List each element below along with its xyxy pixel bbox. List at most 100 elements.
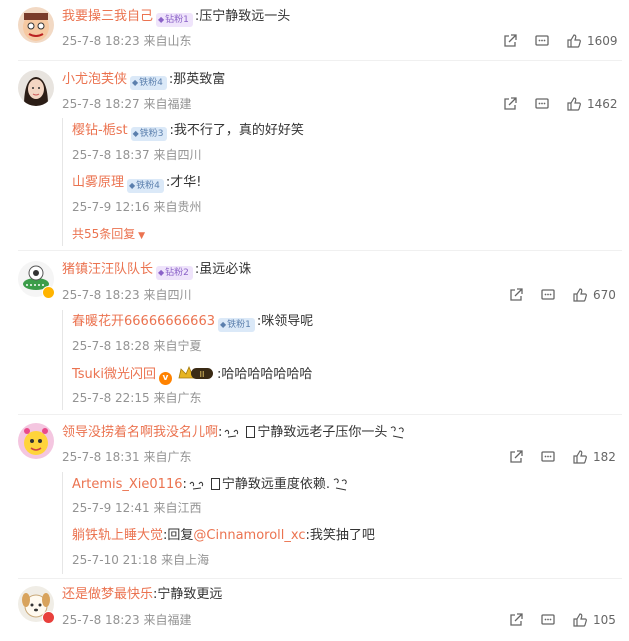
verified-badge-icon: [42, 286, 55, 299]
share-button[interactable]: [502, 31, 518, 51]
comment-item: 小尤泡芙侠 ◆铁粉4:那英致富 25-7-8 18:27 来自福建 1462 樱钻…: [0, 60, 629, 250]
like-button[interactable]: 1609: [566, 31, 618, 51]
fan-badge: ◆铁粉4: [130, 76, 167, 90]
timestamp: 25-7-8 18:23: [62, 34, 140, 48]
like-button[interactable]: 105: [572, 610, 616, 630]
timestamp: 25-7-8 18:23: [62, 288, 140, 302]
fan-badge: ◆铁粉3: [130, 127, 168, 141]
fan-badge: ◆铁粉1: [217, 318, 255, 332]
comment-line: 还是做梦最快乐:宁静致更远: [62, 586, 222, 604]
reply-text: 宁静致远重度依赖.: [221, 477, 331, 492]
girl-photo-icon: [18, 70, 54, 106]
avatar[interactable]: [18, 7, 54, 43]
comment-item: 还是做梦最快乐:宁静致更远 25-7-8 18:23 来自福建 105: [0, 578, 629, 641]
comment-icon: [535, 98, 549, 109]
share-button[interactable]: [502, 94, 518, 114]
comment-button[interactable]: [540, 610, 556, 630]
comment-text: 宁静致远老子压你一头: [257, 425, 388, 440]
reply-text: :我不行了，真的好好笑: [169, 123, 304, 138]
reply-meta: 25-7-8 18:37 来自四川: [72, 147, 201, 163]
comment-icon: [541, 451, 555, 462]
comment-button[interactable]: [540, 447, 556, 467]
location: 来自四川: [153, 148, 202, 162]
thumbs-up-icon: [573, 613, 587, 627]
share-icon: [510, 288, 523, 301]
comment-button[interactable]: [540, 285, 556, 305]
comment-text: :虽远必诛: [194, 262, 252, 277]
username[interactable]: 领导没捞着名啊我没名儿啊: [62, 425, 218, 440]
mention-link[interactable]: @Cinnamoroll_xc: [193, 528, 305, 543]
comment-item: 领导没捞着名啊我没名儿啊: 宁静致远老子压你一头 25-7-8 18:31 来自广…: [0, 414, 629, 578]
reply-text: :咪领导呢: [256, 314, 314, 329]
like-button[interactable]: 670: [572, 285, 616, 305]
missing-glyph-icon: [246, 426, 256, 438]
reply-prefix: :回复: [163, 528, 194, 543]
username[interactable]: 还是做梦最快乐: [62, 587, 153, 602]
like-count: 182: [593, 450, 616, 464]
like-count: 105: [593, 613, 616, 627]
reply-meta: 25-7-8 22:15 来自广东: [72, 390, 201, 406]
reply-text: :哈哈哈哈哈哈哈: [216, 367, 313, 382]
action-bar: 105: [502, 610, 622, 630]
like-button[interactable]: 1462: [566, 94, 618, 114]
reply-list: 春暖花开66666666663 ◆铁粉1:咪领导呢 25-7-8 18:28 来自…: [62, 310, 602, 410]
timestamp: 25-7-9 12:41: [72, 501, 150, 515]
username[interactable]: Tsuki微光闪回: [72, 367, 156, 382]
fan-badge: ◆钻粉1: [156, 13, 193, 27]
share-button[interactable]: [508, 610, 524, 630]
timestamp: 25-7-8 18:28: [72, 339, 150, 353]
reply-line: 樱钻-栀st ◆铁粉3:我不行了，真的好好笑: [72, 122, 304, 141]
location: 来自宁夏: [153, 339, 202, 353]
share-icon: [504, 97, 517, 110]
timestamp: 25-7-8 18:23: [62, 613, 140, 627]
username[interactable]: Artemis_Xie0116: [72, 477, 182, 492]
action-bar: 670: [502, 285, 622, 305]
username[interactable]: 春暖花开66666666663: [72, 314, 215, 329]
username[interactable]: 猪镇汪汪队队长: [62, 262, 153, 277]
comment-line: 猪镇汪汪队队长 ◆钻粉2:虽远必诛: [62, 261, 251, 280]
share-icon: [510, 613, 523, 626]
verified-check-icon: v: [158, 372, 172, 385]
svg-text:II: II: [200, 370, 205, 379]
dizzy-emoji-icon: [333, 478, 347, 491]
crown-badge-icon: II: [178, 365, 213, 379]
location: 来自四川: [143, 288, 192, 302]
username[interactable]: 山雾原理: [72, 175, 124, 190]
share-button[interactable]: [508, 285, 524, 305]
username[interactable]: 小尤泡芙侠: [62, 72, 127, 87]
avatar[interactable]: [18, 423, 54, 459]
location: 来自福建: [143, 613, 192, 627]
reply-meta: 25-7-9 12:41 来自江西: [72, 500, 201, 516]
comment-button[interactable]: [534, 31, 550, 51]
comment-meta: 25-7-8 18:31 来自广东: [62, 449, 191, 465]
timestamp: 25-7-9 12:16: [72, 200, 150, 214]
comment-item: 猪镇汪汪队队长 ◆钻粉2:虽远必诛 25-7-8 18:23 来自四川 670 春…: [0, 250, 629, 414]
comment-meta: 25-7-8 18:23 来自福建: [62, 612, 191, 628]
thumbs-up-icon: [567, 34, 581, 48]
username[interactable]: 樱钻-栀st: [72, 123, 128, 138]
cartoon-face-icon: [18, 7, 54, 43]
comment-meta: 25-7-8 18:27 来自福建: [62, 96, 191, 112]
username[interactable]: 躺铁轨上睡大觉: [72, 528, 163, 543]
location: 来自江西: [153, 501, 202, 515]
comment-button[interactable]: [534, 94, 550, 114]
reply-text: :我笑抽了吧: [305, 528, 375, 543]
location: 来自贵州: [153, 200, 202, 214]
location: 来自山东: [143, 34, 192, 48]
yellow-character-icon: [18, 423, 54, 459]
comment-item: 我要操三我自己 ◆钻粉1:压宁静致远一头 25-7-8 18:23 来自山东 16…: [0, 0, 629, 60]
action-bar: 1609: [502, 31, 622, 51]
more-replies-link[interactable]: 共55条回复 ▼: [72, 225, 145, 245]
comment-line: 领导没捞着名啊我没名儿啊: 宁静致远老子压你一头: [62, 423, 409, 442]
caret-down-icon: ▼: [135, 231, 146, 241]
comment-line: 小尤泡芙侠 ◆铁粉4:那英致富: [62, 71, 225, 90]
avatar[interactable]: [18, 70, 54, 106]
username[interactable]: 我要操三我自己: [62, 9, 153, 24]
location: 来自福建: [143, 97, 192, 111]
like-button[interactable]: 182: [572, 447, 616, 467]
timestamp: 25-7-8 18:37: [72, 148, 150, 162]
share-button[interactable]: [508, 447, 524, 467]
dizzy-emoji-icon: [189, 481, 204, 490]
location: 来自广东: [153, 391, 202, 405]
reply-text: :才华!: [165, 175, 202, 190]
